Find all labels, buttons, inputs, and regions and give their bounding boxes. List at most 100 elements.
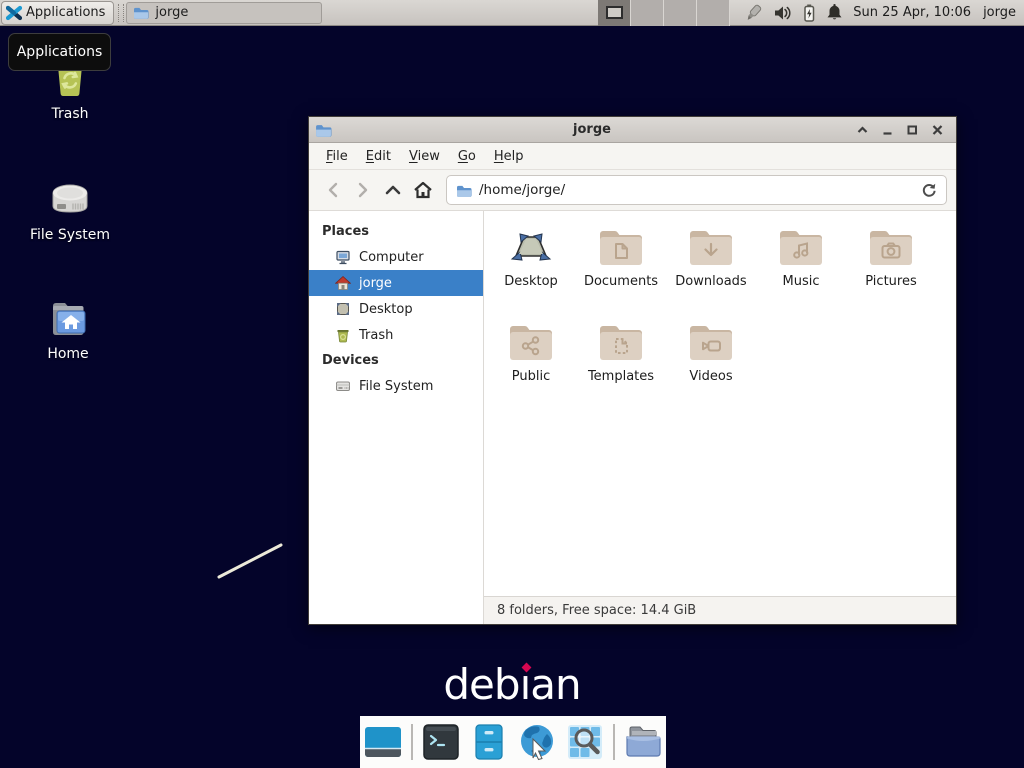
- notification-bell-icon[interactable]: [826, 3, 843, 22]
- terminal-icon[interactable]: [421, 722, 461, 762]
- templates-folder-icon: [597, 318, 645, 366]
- videos-folder-icon: [687, 318, 735, 366]
- sidebar-item-label: File System: [359, 379, 433, 394]
- sidebar-devices-header: Devices: [309, 348, 483, 373]
- debian-logo: debıan: [0, 660, 1024, 709]
- desktop-icon-home[interactable]: Home: [20, 294, 116, 362]
- computer-icon: [335, 249, 351, 265]
- workspace-4[interactable]: [697, 0, 730, 26]
- volume-icon[interactable]: [773, 4, 792, 22]
- app-finder-icon[interactable]: [565, 722, 605, 762]
- sidebar-item-computer[interactable]: Computer: [309, 244, 483, 270]
- menu-view[interactable]: View: [400, 145, 449, 168]
- location-text: /home/jorge/: [479, 182, 565, 198]
- hard-drive-icon: [22, 175, 118, 225]
- panel-handle[interactable]: [118, 4, 124, 22]
- workspace-switcher: [598, 0, 730, 26]
- window-titlebar[interactable]: jorge: [309, 117, 956, 143]
- wallpaper-scratch-line: [217, 543, 283, 579]
- applications-menu-button[interactable]: Applications: [1, 1, 114, 25]
- trash-icon: [335, 327, 351, 343]
- location-bar[interactable]: /home/jorge/: [446, 175, 947, 205]
- folder-label: Public: [512, 369, 550, 384]
- folder-label: Videos: [689, 369, 732, 384]
- file-grid: Desktop Documents: [484, 211, 956, 596]
- workspace-2[interactable]: [631, 0, 664, 26]
- file-manager-window: jorge File Edit View Go Help: [308, 116, 957, 625]
- menu-bar: File Edit View Go Help: [309, 143, 956, 170]
- desktop-icon-file-system[interactable]: File System: [22, 175, 118, 243]
- downloads-folder-icon: [687, 223, 735, 271]
- applications-tooltip: Applications: [8, 33, 111, 71]
- folder-label: Pictures: [865, 274, 916, 289]
- pictures-folder-icon: [867, 223, 915, 271]
- sidebar-item-label: Trash: [359, 328, 393, 343]
- folder-label: Music: [783, 274, 820, 289]
- menu-help[interactable]: Help: [485, 145, 533, 168]
- status-text: 8 folders, Free space: 14.4 GiB: [497, 603, 696, 618]
- maximize-button[interactable]: [902, 120, 923, 140]
- window-body: Places Computer: [309, 211, 956, 624]
- sidebar-item-trash[interactable]: Trash: [309, 322, 483, 348]
- folder-item-music[interactable]: Music: [756, 221, 846, 316]
- taskbar-window-button[interactable]: jorge: [126, 2, 322, 24]
- menu-edit[interactable]: Edit: [357, 145, 400, 168]
- workspace-3[interactable]: [664, 0, 697, 26]
- folder-dock-icon[interactable]: [623, 722, 663, 762]
- folder-label: Documents: [584, 274, 658, 289]
- home-button[interactable]: [408, 176, 438, 204]
- drive-icon: [335, 378, 351, 394]
- folder-label: Templates: [588, 369, 654, 384]
- panel-username: jorge: [983, 5, 1016, 20]
- folder-item-documents[interactable]: Documents: [576, 221, 666, 316]
- sidebar-item-jorge[interactable]: jorge: [309, 270, 483, 296]
- music-folder-icon: [777, 223, 825, 271]
- folder-item-public[interactable]: Public: [486, 316, 576, 411]
- home-icon: [335, 275, 351, 291]
- minimize-button[interactable]: [877, 120, 898, 140]
- desktop-icon: [335, 301, 351, 317]
- window-folder-icon: [315, 122, 332, 138]
- up-button[interactable]: [378, 176, 408, 204]
- folder-item-desktop[interactable]: Desktop: [486, 221, 576, 316]
- folder-item-videos[interactable]: Videos: [666, 316, 756, 411]
- reload-icon[interactable]: [921, 182, 937, 198]
- workspace-window-preview: [606, 6, 623, 19]
- sidebar-item-label: jorge: [359, 276, 392, 291]
- file-view: Desktop Documents: [484, 211, 956, 624]
- battery-icon[interactable]: [801, 3, 817, 23]
- folder-item-pictures[interactable]: Pictures: [846, 221, 936, 316]
- folder-label: Downloads: [675, 274, 746, 289]
- dock-separator: [411, 724, 413, 760]
- show-desktop-icon[interactable]: [363, 722, 403, 762]
- xfce-logo-icon: [6, 5, 22, 21]
- documents-folder-icon: [597, 223, 645, 271]
- web-browser-icon[interactable]: [517, 722, 557, 762]
- file-cabinet-icon[interactable]: [469, 722, 509, 762]
- menu-go[interactable]: Go: [449, 145, 485, 168]
- sidebar-item-label: Computer: [359, 250, 424, 265]
- folder-item-templates[interactable]: Templates: [576, 316, 666, 411]
- folder-icon: [133, 5, 149, 20]
- menu-file[interactable]: File: [317, 145, 357, 168]
- pen-tablet-icon[interactable]: [742, 3, 764, 23]
- desktop-icon-label: Trash: [22, 106, 118, 122]
- desktop-icon-label: Home: [20, 346, 116, 362]
- sidebar-item-desktop[interactable]: Desktop: [309, 296, 483, 322]
- dock: [360, 716, 666, 768]
- window-title: jorge: [336, 122, 848, 137]
- sidebar-item-file-system[interactable]: File System: [309, 373, 483, 399]
- sidebar-places-header: Places: [309, 219, 483, 244]
- shade-button[interactable]: [852, 120, 873, 140]
- folder-item-downloads[interactable]: Downloads: [666, 221, 756, 316]
- back-button[interactable]: [318, 176, 348, 204]
- workspace-1[interactable]: [598, 0, 631, 26]
- public-folder-icon: [507, 318, 555, 366]
- location-folder-icon: [456, 183, 472, 198]
- dock-separator: [613, 724, 615, 760]
- forward-button[interactable]: [348, 176, 378, 204]
- panel-clock[interactable]: Sun 25 Apr, 10:06: [853, 5, 971, 20]
- desktop-icon-label: File System: [22, 227, 118, 243]
- close-button[interactable]: [927, 120, 948, 140]
- sidebar: Places Computer: [309, 211, 484, 624]
